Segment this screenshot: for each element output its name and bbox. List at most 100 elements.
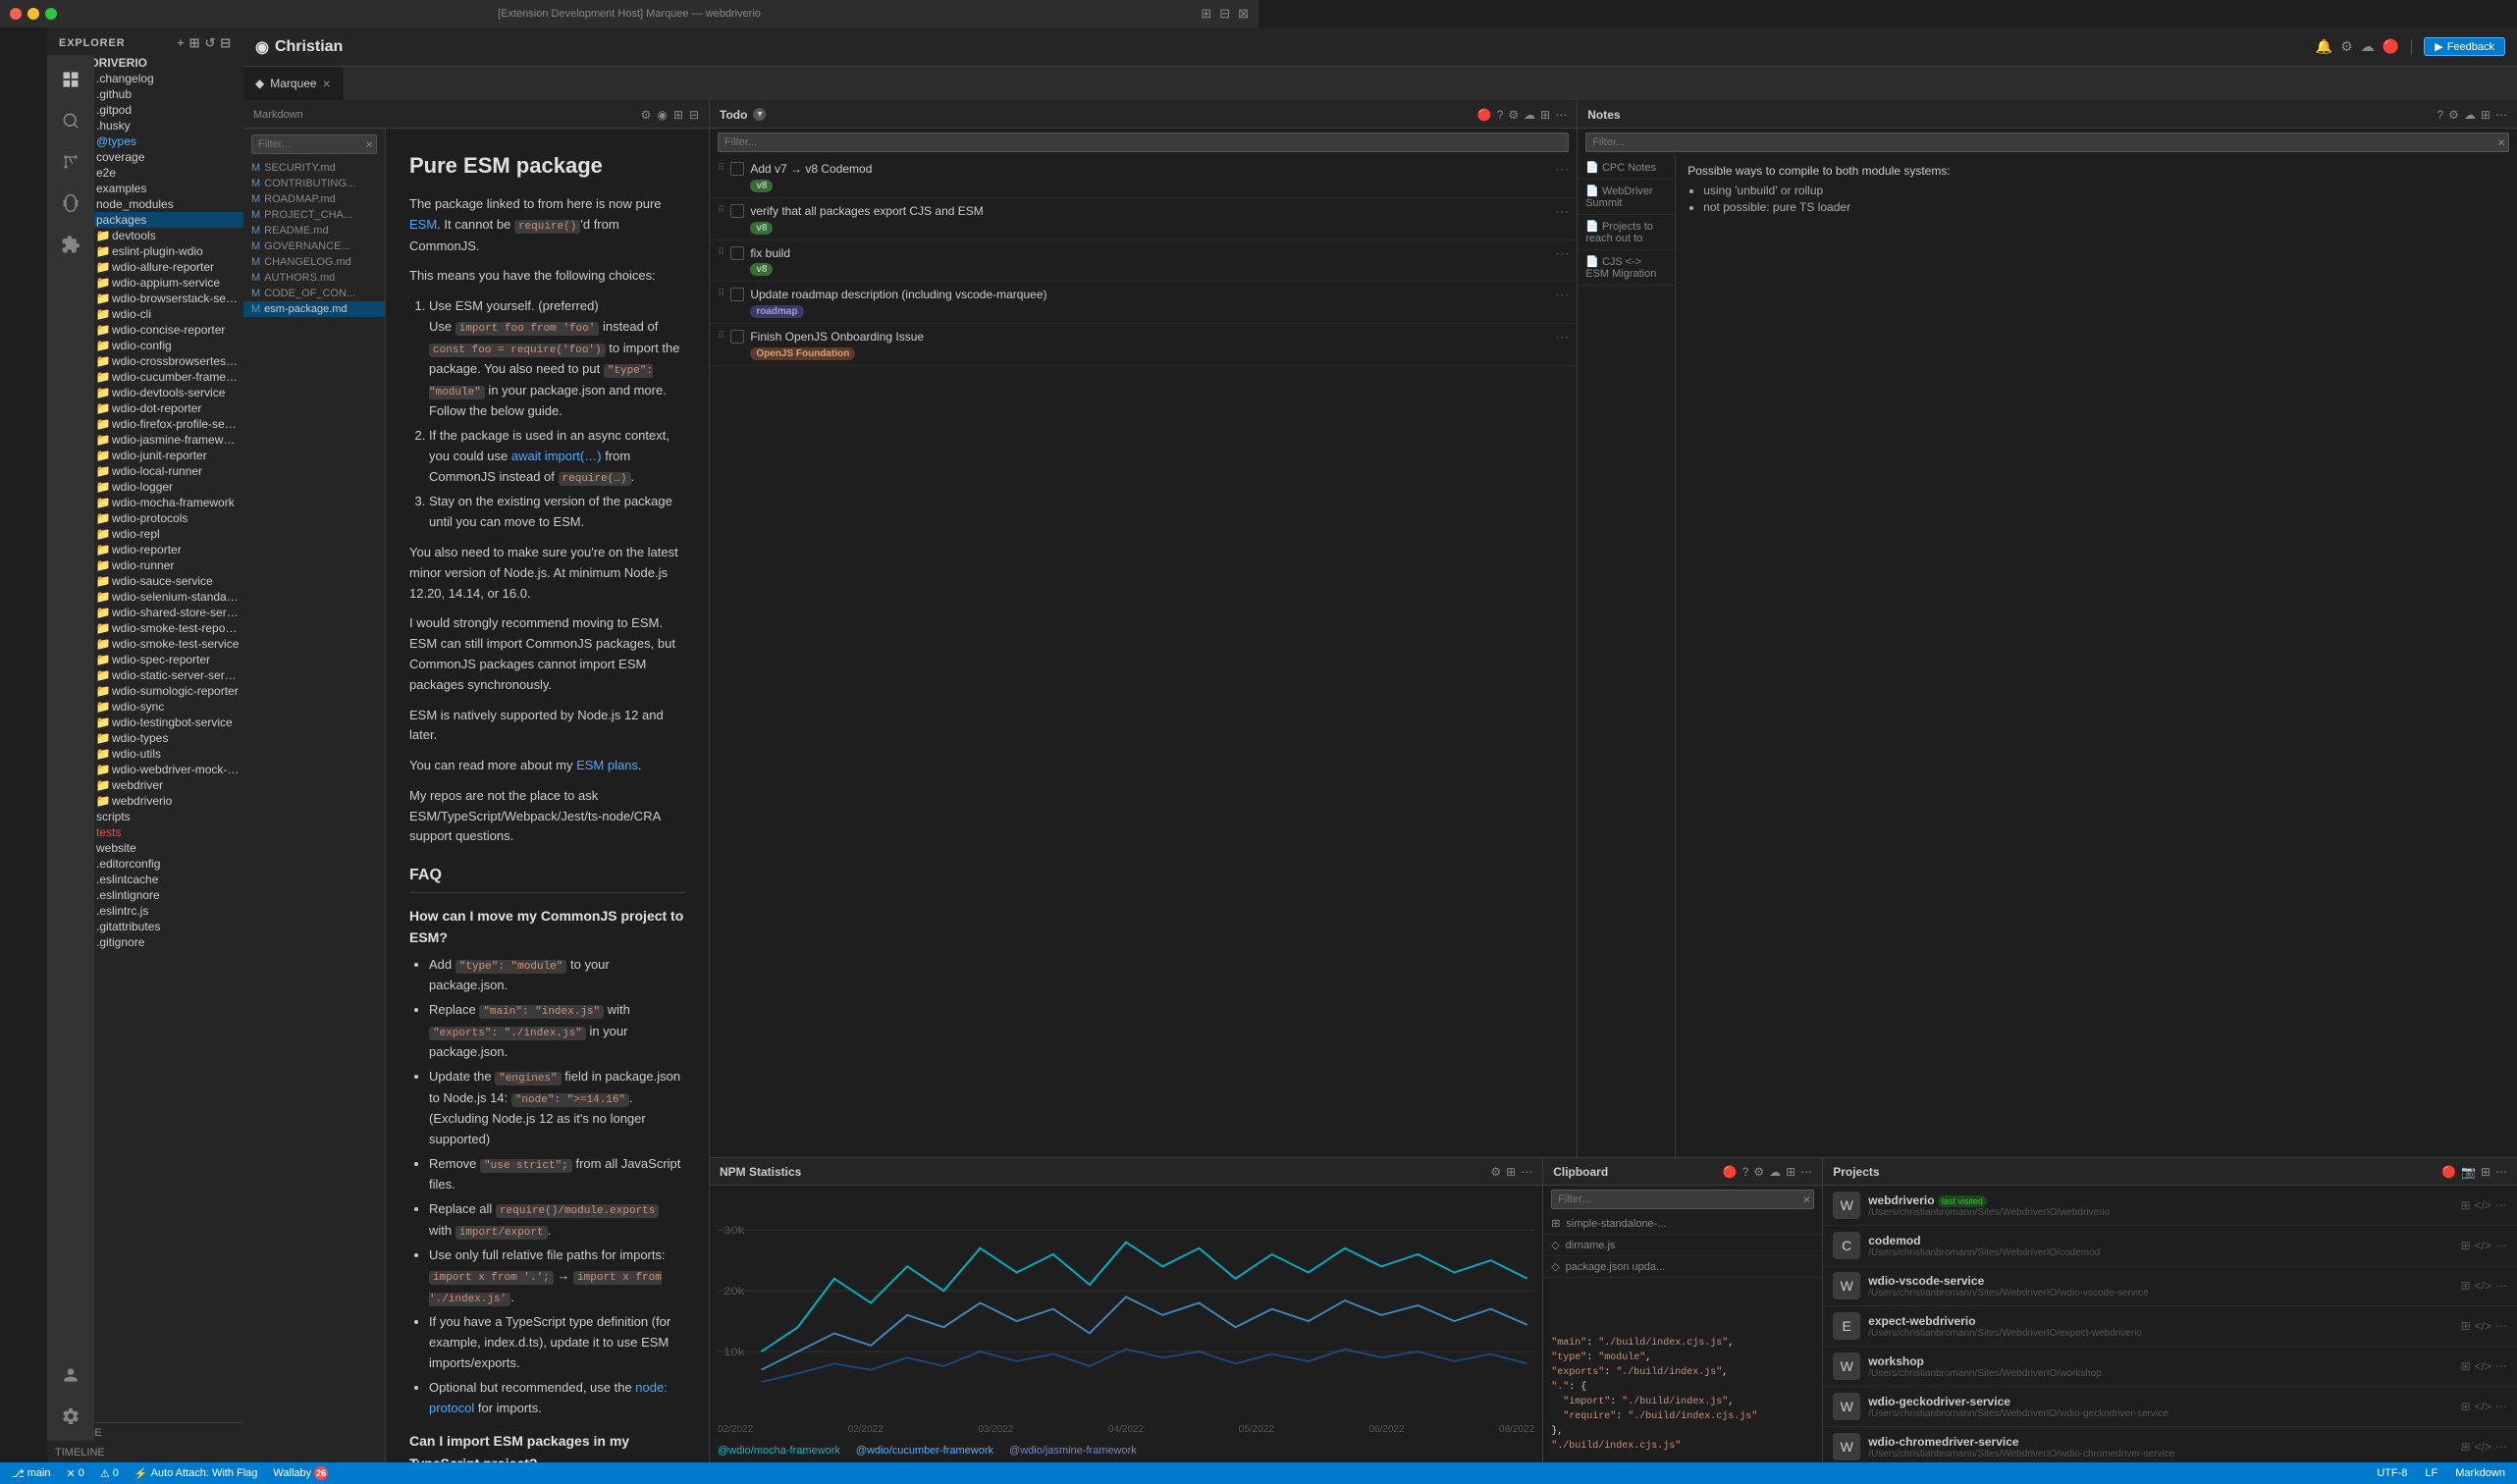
todo-item-more[interactable]: ⋯ xyxy=(1555,245,1569,262)
project-action-more[interactable]: ⋯ xyxy=(2495,1239,2507,1252)
project-webdriverio[interactable]: W webdriverio last visited /Users/christ… xyxy=(1823,1186,2517,1226)
timeline-section[interactable]: TIMELINE xyxy=(47,1443,243,1462)
topbar-icon-2[interactable]: ⚙ xyxy=(2340,38,2353,55)
todo-item-more[interactable]: ⋯ xyxy=(1555,203,1569,220)
esm-plans-link[interactable]: ESM plans xyxy=(576,758,638,772)
file-entry-project[interactable]: MPROJECT_CHA... xyxy=(243,207,385,223)
todo-cloud-icon[interactable]: ☁ xyxy=(1524,108,1535,122)
feedback-button[interactable]: ▶ Feedback xyxy=(2424,37,2505,56)
clipboard-filter-clear[interactable]: × xyxy=(1803,1192,1811,1207)
todo-item-1[interactable]: ⠿ Add v7 → v8 Codemod v8 ⋯ xyxy=(710,156,1577,198)
todo-checkbox[interactable] xyxy=(730,288,744,301)
todo-item-5[interactable]: ⠿ Finish OpenJS Onboarding Issue OpenJS … xyxy=(710,324,1577,366)
projects-expand-icon[interactable]: ⊞ xyxy=(2481,1165,2490,1179)
clipboard-entry-3[interactable]: ◇ package.json upda... xyxy=(1543,1256,1822,1278)
file-entry-changelog[interactable]: MCHANGELOG.md xyxy=(243,254,385,270)
project-action-more[interactable]: ⋯ xyxy=(2495,1319,2507,1333)
project-workshop[interactable]: W workshop /Users/christianbromann/Sites… xyxy=(1823,1347,2517,1387)
file-entry-code-of-conduct[interactable]: MCODE_OF_CON... xyxy=(243,286,385,301)
file-entry-security[interactable]: MSECURITY.md xyxy=(243,160,385,176)
todo-filter-input[interactable] xyxy=(718,132,1569,152)
todo-item-3[interactable]: ⠿ fix build v8 ⋯ xyxy=(710,240,1577,283)
note-cjs-esm[interactable]: 📄 CJS <-> ESM Migration xyxy=(1578,250,1675,286)
todo-item-more[interactable]: ⋯ xyxy=(1555,287,1569,303)
clipboard-expand-icon[interactable]: ⊞ xyxy=(1786,1165,1795,1179)
wallaby-status[interactable]: Wallaby 26 xyxy=(269,1466,332,1480)
project-action-copy[interactable]: ⊞ xyxy=(2461,1239,2471,1252)
project-action-code[interactable]: </> xyxy=(2475,1239,2491,1252)
activity-search[interactable] xyxy=(54,104,87,137)
tab-close-icon[interactable]: × xyxy=(323,76,331,91)
pane-settings-icon[interactable]: ⚙ xyxy=(641,108,652,122)
activity-extensions[interactable] xyxy=(54,228,87,261)
encoding-status[interactable]: UTF-8 xyxy=(2373,1467,2411,1479)
project-action-more[interactable]: ⋯ xyxy=(2495,1440,2507,1454)
project-action-copy[interactable]: ⊞ xyxy=(2461,1400,2471,1413)
npm-more-icon[interactable]: ⋯ xyxy=(1521,1165,1532,1179)
file-entry-esm[interactable]: Mesm-package.md xyxy=(243,301,385,317)
file-entry-governance[interactable]: MGOVERNANCE... xyxy=(243,238,385,254)
tab-marquee[interactable]: ◆ Marquee × xyxy=(243,67,344,100)
todo-item-more[interactable]: ⋯ xyxy=(1555,329,1569,345)
clipboard-entry-1[interactable]: ⊞ simple-standalone-... xyxy=(1543,1213,1822,1235)
note-summit[interactable]: 📄 WebDriver Summit xyxy=(1578,180,1675,215)
pane-minimize-icon[interactable]: ⊟ xyxy=(689,108,699,122)
collapse-icon[interactable]: ⊟ xyxy=(220,35,232,51)
project-action-code[interactable]: </> xyxy=(2475,1440,2491,1454)
project-vscode-service[interactable]: W wdio-vscode-service /Users/christianbr… xyxy=(1823,1266,2517,1306)
await-import-link[interactable]: await import(…) xyxy=(511,449,602,463)
project-action-code[interactable]: </> xyxy=(2475,1198,2491,1212)
project-action-copy[interactable]: ⊞ xyxy=(2461,1198,2471,1212)
file-filter-clear[interactable]: × xyxy=(365,137,373,152)
esm-link[interactable]: ESM xyxy=(409,217,437,232)
titlebar-icon-3[interactable]: ⊠ xyxy=(1238,6,1249,22)
sync-status[interactable]: ⚡ Auto Attach: With Flag xyxy=(131,1467,262,1480)
activity-accounts[interactable] xyxy=(54,1358,87,1392)
new-folder-icon[interactable]: ⊞ xyxy=(189,35,201,51)
close-button[interactable] xyxy=(10,8,22,20)
projects-add-icon[interactable]: 🔴 xyxy=(2441,1165,2456,1179)
npm-expand-icon[interactable]: ⊞ xyxy=(1506,1165,1516,1179)
new-file-icon[interactable]: + xyxy=(177,35,185,51)
todo-checkbox[interactable] xyxy=(730,330,744,344)
todo-add-icon[interactable]: 🔴 xyxy=(1477,108,1492,122)
activity-debug[interactable] xyxy=(54,186,87,220)
todo-checkbox[interactable] xyxy=(730,162,744,176)
notes-cloud-icon[interactable]: ☁ xyxy=(2464,108,2476,122)
todo-item-2[interactable]: ⠿ verify that all packages export CJS an… xyxy=(710,198,1577,240)
todo-checkbox[interactable] xyxy=(730,204,744,218)
project-action-code[interactable]: </> xyxy=(2475,1279,2491,1293)
pane-expand-icon[interactable]: ⊞ xyxy=(673,108,683,122)
project-action-more[interactable]: ⋯ xyxy=(2495,1400,2507,1413)
node-protocol-link[interactable]: node: protocol xyxy=(429,1380,668,1415)
notes-settings-icon[interactable]: ⚙ xyxy=(2448,108,2459,122)
notes-filter-clear[interactable]: × xyxy=(2497,135,2505,150)
clipboard-help-icon[interactable]: ? xyxy=(1742,1165,1749,1179)
note-projects[interactable]: 📄 Projects to reach out to xyxy=(1578,215,1675,250)
activity-settings[interactable] xyxy=(54,1400,87,1433)
maximize-button[interactable] xyxy=(45,8,57,20)
project-codemod[interactable]: C codemod /Users/christianbromann/Sites/… xyxy=(1823,1226,2517,1266)
project-expect-webdriverio[interactable]: E expect-webdriverio /Users/christianbro… xyxy=(1823,1306,2517,1347)
clipboard-entry-2[interactable]: ◇ dirname.js xyxy=(1543,1235,1822,1256)
project-action-code[interactable]: </> xyxy=(2475,1319,2491,1333)
topbar-icon-3[interactable]: ☁ xyxy=(2361,38,2375,55)
todo-dropdown-arrow[interactable]: ▾ xyxy=(753,108,766,121)
pane-circle-icon[interactable]: ◉ xyxy=(657,108,667,122)
errors-status[interactable]: ✕ 0 xyxy=(63,1467,88,1480)
project-action-copy[interactable]: ⊞ xyxy=(2461,1359,2471,1373)
refresh-icon[interactable]: ↺ xyxy=(204,35,216,51)
todo-help-icon[interactable]: ? xyxy=(1497,108,1504,122)
notes-help-icon[interactable]: ? xyxy=(2437,108,2443,122)
clipboard-cloud-icon[interactable]: ☁ xyxy=(1769,1165,1781,1179)
project-action-copy[interactable]: ⊞ xyxy=(2461,1319,2471,1333)
projects-screenshot-icon[interactable]: 📷 xyxy=(2461,1165,2476,1179)
todo-item-4[interactable]: ⠿ Update roadmap description (including … xyxy=(710,282,1577,324)
warnings-status[interactable]: ⚠ 0 xyxy=(96,1467,123,1480)
clipboard-more-icon[interactable]: ⋯ xyxy=(1800,1165,1812,1179)
file-entry-roadmap[interactable]: MROADMAP.md xyxy=(243,191,385,207)
clipboard-add-icon[interactable]: 🔴 xyxy=(1723,1165,1738,1179)
project-chromedriver[interactable]: W wdio-chromedriver-service /Users/chris… xyxy=(1823,1427,2517,1462)
titlebar-icon-2[interactable]: ⊟ xyxy=(1219,6,1230,22)
todo-checkbox[interactable] xyxy=(730,246,744,260)
